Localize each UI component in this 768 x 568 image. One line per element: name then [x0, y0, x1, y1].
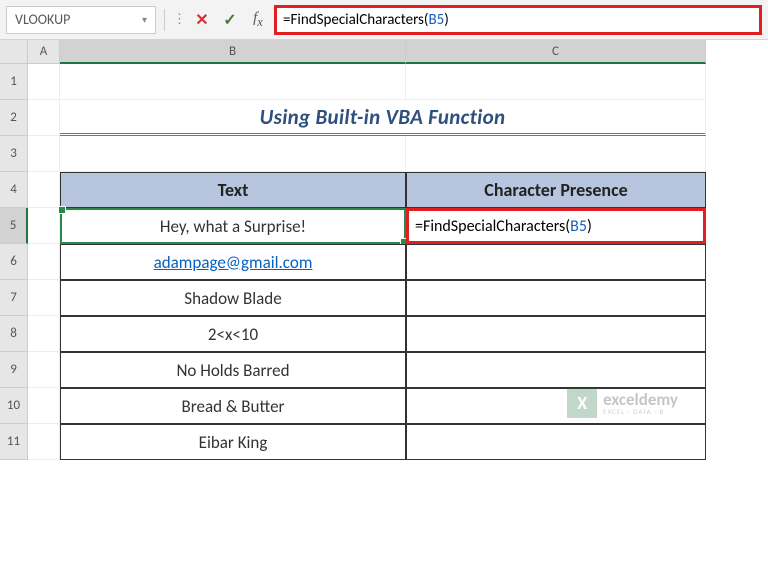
formula-ref: B5: [428, 11, 444, 29]
row-header-9[interactable]: 9: [0, 352, 28, 388]
cell-c9[interactable]: [406, 352, 706, 388]
confirm-button[interactable]: ✓: [218, 8, 242, 32]
formula-eq: =: [283, 11, 290, 29]
formula-bar[interactable]: =FindSpecialCharacters(B5): [274, 5, 762, 35]
cell-a9[interactable]: [28, 352, 60, 388]
cell-c5[interactable]: =FindSpecialCharacters(B5): [406, 208, 706, 244]
formula-suffix: ): [444, 11, 449, 29]
cell-c7[interactable]: [406, 280, 706, 316]
cell-b7[interactable]: Shadow Blade: [60, 280, 406, 316]
c5-eq: =: [415, 217, 423, 236]
divider: [164, 9, 165, 31]
colon-icon: ⋮: [173, 12, 186, 27]
header-presence[interactable]: Character Presence: [406, 172, 706, 208]
cell-b9[interactable]: No Holds Barred: [60, 352, 406, 388]
cell-c1[interactable]: [406, 64, 706, 100]
name-box[interactable]: VLOOKUP ▾: [6, 6, 156, 34]
fx-button[interactable]: fx: [246, 8, 270, 32]
row-header-11[interactable]: 11: [0, 424, 28, 460]
header-text[interactable]: Text: [60, 172, 406, 208]
watermark: X exceldemy EXCEL · DATA · B: [567, 388, 678, 418]
x-icon: ✕: [195, 10, 208, 30]
cell-a4[interactable]: [28, 172, 60, 208]
cell-c3[interactable]: [406, 136, 706, 172]
cell-a7[interactable]: [28, 280, 60, 316]
email-link[interactable]: adampage@gmail.com: [154, 252, 313, 273]
c5-ref: B5: [570, 217, 587, 236]
c5-suffix: ): [587, 217, 592, 236]
cell-a3[interactable]: [28, 136, 60, 172]
row-header-4[interactable]: 4: [0, 172, 28, 208]
name-box-value: VLOOKUP: [15, 11, 70, 28]
col-header-a[interactable]: A: [28, 40, 60, 64]
col-header-b[interactable]: B: [60, 40, 406, 64]
c5-fn: FindSpecialCharacters(: [423, 217, 570, 236]
formula-toolbar: VLOOKUP ▾ ⋮ ✕ ✓ fx =FindSpecialCharacter…: [0, 0, 768, 40]
cell-a8[interactable]: [28, 316, 60, 352]
title-cell[interactable]: Using Built-in VBA Function: [60, 100, 706, 136]
cell-b10[interactable]: Bread & Butter: [60, 388, 406, 424]
row-header-10[interactable]: 10: [0, 388, 28, 424]
cell-c8[interactable]: [406, 316, 706, 352]
cell-b5[interactable]: Hey, what a Surprise!: [60, 208, 406, 244]
select-all-corner[interactable]: [0, 40, 28, 64]
row-header-6[interactable]: 6: [0, 244, 28, 280]
cell-b1[interactable]: [60, 64, 406, 100]
cell-c6[interactable]: [406, 244, 706, 280]
watermark-brand: exceldemy: [603, 391, 678, 408]
cell-b8[interactable]: 2<x<10: [60, 316, 406, 352]
cell-a5[interactable]: [28, 208, 60, 244]
row-header-7[interactable]: 7: [0, 280, 28, 316]
cell-a6[interactable]: [28, 244, 60, 280]
cell-a11[interactable]: [28, 424, 60, 460]
check-icon: ✓: [223, 10, 236, 30]
cell-b11[interactable]: Eibar King: [60, 424, 406, 460]
row-header-8[interactable]: 8: [0, 316, 28, 352]
cell-b6[interactable]: adampage@gmail.com: [60, 244, 406, 280]
cell-a2[interactable]: [28, 100, 60, 136]
chevron-down-icon[interactable]: ▾: [142, 13, 147, 26]
cell-c11[interactable]: [406, 424, 706, 460]
cell-b3[interactable]: [60, 136, 406, 172]
cell-a1[interactable]: [28, 64, 60, 100]
row-header-5[interactable]: 5: [0, 208, 28, 244]
row-header-1[interactable]: 1: [0, 64, 28, 100]
fx-icon: fx: [253, 10, 263, 30]
cancel-button[interactable]: ✕: [190, 8, 214, 32]
row-header-2[interactable]: 2: [0, 100, 28, 136]
col-header-c[interactable]: C: [406, 40, 706, 64]
cell-a10[interactable]: [28, 388, 60, 424]
excel-icon: X: [567, 388, 597, 418]
row-header-3[interactable]: 3: [0, 136, 28, 172]
formula-fn: FindSpecialCharacters(: [290, 11, 428, 29]
